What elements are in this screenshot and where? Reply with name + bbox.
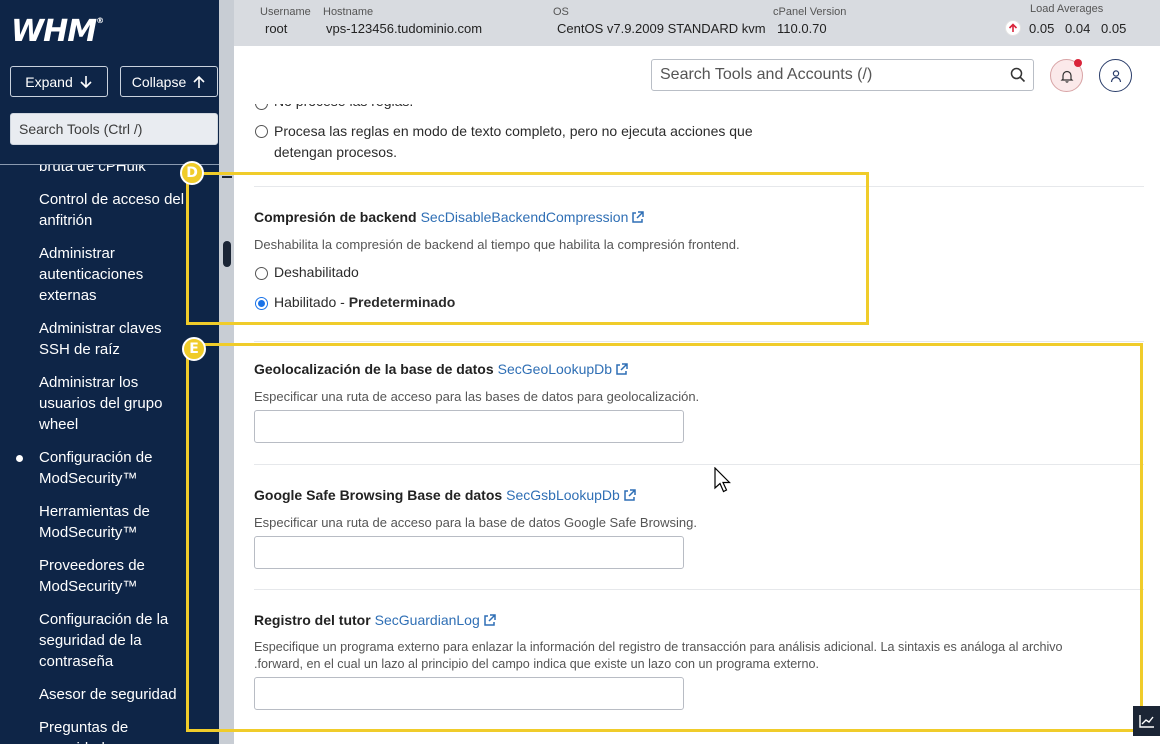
annotation-badge-e: E	[182, 337, 206, 361]
section-divider	[254, 341, 1144, 342]
annotation-box-e	[186, 343, 1143, 732]
annotation-badge-d: D	[180, 161, 204, 185]
radio-fulltext-mode[interactable]	[255, 125, 268, 138]
option-no-process-label: No procese las reglas.	[274, 104, 413, 112]
bell-icon	[1060, 70, 1073, 83]
radio-no-process[interactable]	[255, 104, 268, 110]
sidebar-item-modsecurity-configuration[interactable]: Configuración de ModSecurity™	[39, 447, 189, 489]
sidebar-item-password-strength[interactable]: Configuración de la seguridad de la cont…	[39, 609, 189, 672]
os-label: OS	[553, 6, 569, 18]
global-search-input[interactable]	[651, 59, 1034, 91]
notification-badge-dot	[1074, 59, 1082, 67]
cpanel-version-label: cPanel Version	[773, 6, 847, 18]
sidebar-item-security-advisor[interactable]: Asesor de seguridad	[39, 684, 189, 705]
mouse-cursor-icon	[714, 467, 731, 493]
option-fulltext-label-line2: detengan procesos.	[274, 144, 397, 160]
user-icon	[1110, 69, 1121, 82]
sidebar-item-host-access-control[interactable]: Control de acceso del anfitrión	[39, 189, 189, 231]
sidebar-item-modsecurity-vendors[interactable]: Proveedores de ModSecurity™	[39, 555, 189, 597]
load-averages-label: Load Averages	[1030, 3, 1104, 15]
whm-logo[interactable]: WHM®	[11, 14, 104, 49]
arrow-down-icon	[80, 75, 92, 88]
analytics-widget-button[interactable]	[1133, 706, 1160, 736]
trend-chart-icon	[1138, 715, 1154, 728]
load-average-5: 0.04	[1065, 21, 1091, 36]
sidebar-item-wheel-group-users[interactable]: Administrar los usuarios del grupo wheel	[39, 372, 189, 435]
annotation-box-d	[186, 172, 869, 325]
arrow-up-icon	[193, 75, 205, 88]
option-fulltext-label-line1: Procesa las reglas en modo de texto comp…	[274, 123, 753, 139]
collapse-label: Collapse	[131, 73, 187, 90]
cpanel-version-value: 110.0.70	[777, 21, 827, 36]
sidebar-item-cphulk[interactable]: bruta de cPHulk	[39, 165, 189, 177]
sidebar-item-security-questions[interactable]: Preguntas de seguridad	[39, 717, 189, 744]
collapse-button[interactable]: Collapse	[120, 66, 218, 97]
sidebar-item-root-ssh-keys[interactable]: Administrar claves SSH de raíz	[39, 318, 189, 360]
sidebar-item-external-authentications[interactable]: Administrar autenticaciones externas	[39, 243, 189, 306]
hostname-value: vps-123456.tudominio.com	[326, 21, 483, 36]
user-menu-button[interactable]	[1099, 59, 1132, 92]
load-average-1: 0.05	[1029, 21, 1055, 36]
hostname-label: Hostname	[323, 6, 374, 18]
load-trend-up-icon	[1005, 20, 1021, 36]
active-item-indicator	[16, 455, 23, 462]
sidebar-search-input[interactable]	[10, 113, 218, 145]
expand-button[interactable]: Expand	[10, 66, 108, 97]
os-value: CentOS v7.9.2009 STANDARD kvm	[557, 21, 766, 36]
username-value: root	[265, 21, 288, 36]
server-info-bar: Username root Hostname vps-123456.tudomi…	[234, 0, 1160, 46]
expand-label: Expand	[25, 73, 73, 90]
username-label: Username	[260, 6, 311, 18]
sidebar-item-modsecurity-tools[interactable]: Herramientas de ModSecurity™	[39, 501, 189, 543]
load-average-15: 0.05	[1101, 21, 1127, 36]
header	[234, 46, 1160, 104]
search-icon[interactable]	[1010, 67, 1026, 83]
